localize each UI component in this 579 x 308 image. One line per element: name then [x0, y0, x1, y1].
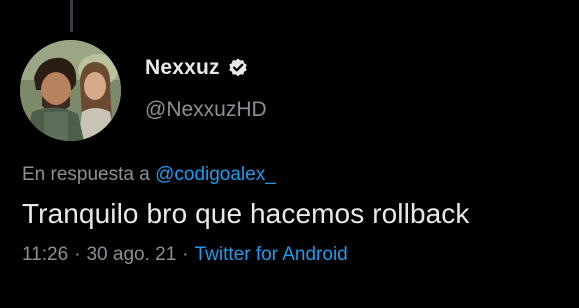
- avatar[interactable]: [20, 40, 121, 141]
- verified-badge-icon: [227, 57, 249, 79]
- profile-photo: [20, 40, 121, 141]
- display-name[interactable]: Nexxuz: [145, 56, 220, 80]
- meta-separator: ·: [74, 244, 81, 265]
- tweet-meta: 11:26 · 30 ago. 21 · Twitter for Android: [22, 244, 348, 266]
- tweet-date[interactable]: 30 ago. 21: [86, 244, 176, 265]
- reply-prefix: En respuesta a: [22, 164, 150, 185]
- reply-context: En respuesta a @codigoalex_: [22, 164, 276, 186]
- author-block[interactable]: Nexxuz: [145, 56, 249, 80]
- tweet-text: Tranquilo bro que hacemos rollback: [22, 198, 470, 229]
- reply-mention-link[interactable]: @codigoalex_: [155, 164, 276, 185]
- tweet-time[interactable]: 11:26: [22, 244, 68, 265]
- tweet-source-link[interactable]: Twitter for Android: [195, 244, 348, 265]
- meta-separator: ·: [182, 244, 189, 265]
- user-handle[interactable]: @NexxuzHD: [145, 98, 267, 122]
- thread-connector-line: [70, 0, 73, 32]
